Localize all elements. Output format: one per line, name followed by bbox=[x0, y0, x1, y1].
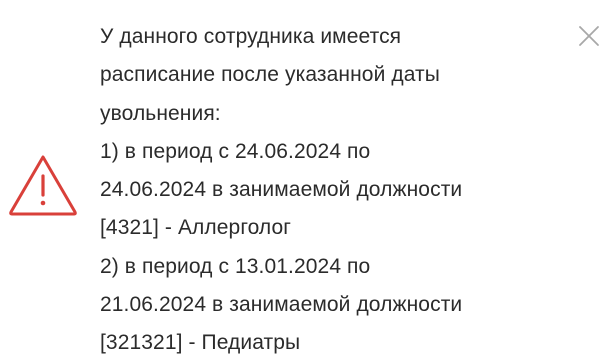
warning-notification: У данного сотрудника имеется расписание … bbox=[0, 0, 604, 356]
warning-triangle-icon bbox=[9, 155, 77, 216]
message-line: увольнения: bbox=[100, 101, 221, 125]
message-line: расписание после указанной даты bbox=[100, 63, 440, 87]
message-line: 24.06.2024 в занимаемой должности bbox=[100, 178, 463, 202]
close-icon[interactable] bbox=[577, 24, 601, 48]
message-line: [4321] - Аллерголог bbox=[100, 216, 292, 240]
message-line: 21.06.2024 в занимаемой должности bbox=[100, 293, 463, 317]
message-line: 2) в период с 13.01.2024 по bbox=[100, 254, 371, 278]
message-line: 1) в период с 24.06.2024 по bbox=[100, 139, 371, 163]
message-line: У данного сотрудника имеется bbox=[100, 25, 402, 48]
message-line: [321321] - Педиатры bbox=[100, 331, 301, 355]
notification-message: У данного сотрудника имеется расписание … bbox=[100, 18, 570, 356]
